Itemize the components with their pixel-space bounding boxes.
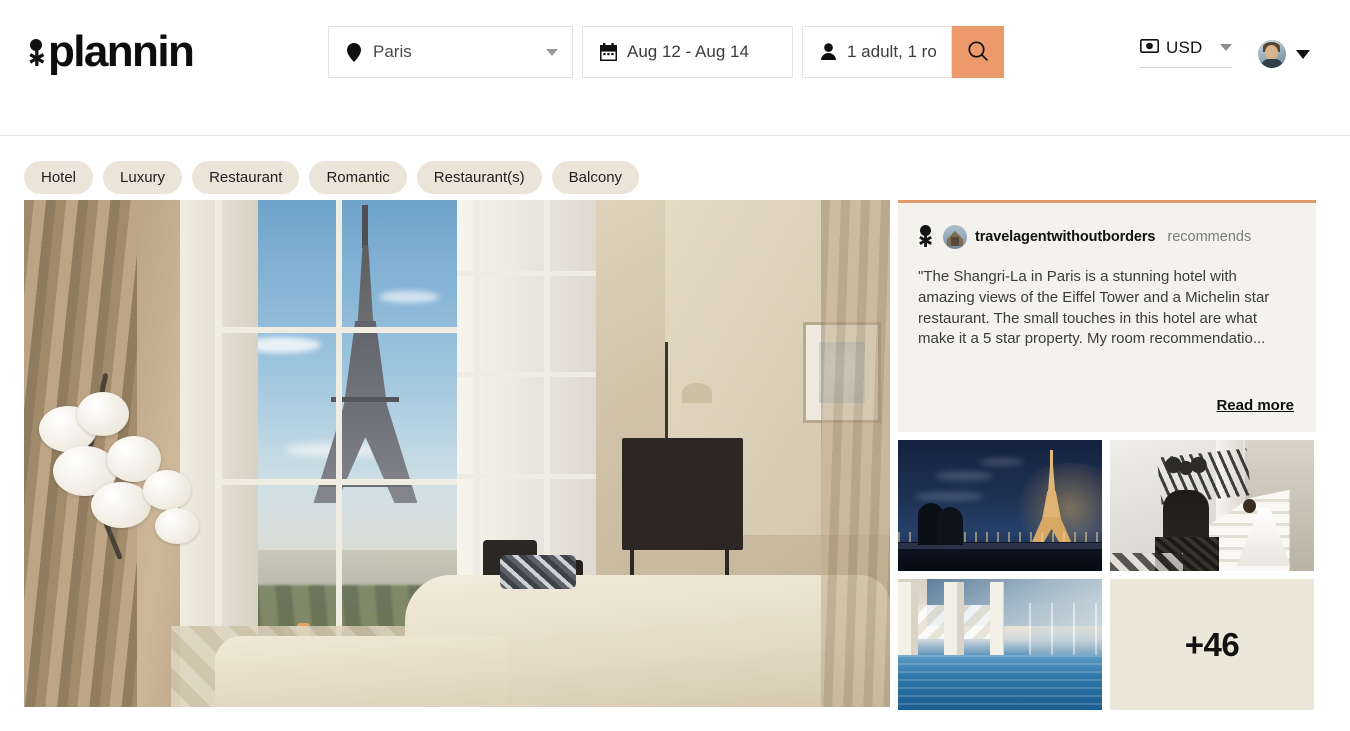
chevron-down-icon[interactable] [1220,44,1232,51]
plannin-dot-asterisk-mark-icon: ✱ [918,225,935,251]
traveler-avatar-photo[interactable] [943,225,967,249]
chevron-down-icon[interactable] [1296,49,1310,59]
recommendation-header: ✱ travelagentwithoutborders recommends [918,225,1296,251]
search-icon [966,39,990,66]
gallery-thumbnail-night-eiffel[interactable] [898,440,1102,571]
filter-chip-restaurants[interactable]: Restaurant(s) [416,160,542,194]
content-area: ✱ travelagentwithoutborders recommends "… [0,200,1350,710]
search-button[interactable] [952,26,1004,78]
currency-selector[interactable]: USD [1140,38,1232,68]
banknote-icon [1140,38,1159,58]
filter-chip-hotel[interactable]: Hotel [24,160,94,194]
guests-field[interactable]: 1 adult, 1 roo [802,26,952,78]
dates-field[interactable]: Aug 12 - Aug 14 [582,26,793,78]
plannin-dot-asterisk-mark-icon: ✱ [28,30,47,74]
gallery-thumbnail-staircase[interactable] [1110,440,1314,571]
filter-chip-luxury[interactable]: Luxury [103,160,183,194]
recommendation-card: ✱ travelagentwithoutborders recommends "… [898,200,1316,432]
hero-image[interactable] [24,200,890,707]
search-bar: Paris Aug 12 - Aug 14 1 adult, 1 roo [328,26,1004,78]
filter-chip-restaurant[interactable]: Restaurant [192,160,300,194]
currency-value: USD [1166,38,1203,57]
calendar-icon [597,43,619,61]
filter-chip-romantic[interactable]: Romantic [309,160,407,194]
dates-value: Aug 12 - Aug 14 [627,42,749,61]
recommender-username[interactable]: travelagentwithoutborders [975,229,1155,245]
gallery-more-tile[interactable]: +46 [1110,579,1314,710]
account-menu[interactable] [1258,40,1310,68]
gallery-more-count: +46 [1184,625,1240,663]
recommendation-quote: "The Shangri-La in Paris is a stunning h… [918,268,1270,348]
location-value: Paris [373,42,412,61]
read-more-link[interactable]: Read more [1216,397,1294,414]
brand-logo[interactable]: ✱ plannin [28,26,195,78]
chevron-down-icon[interactable] [546,49,558,56]
location-field[interactable]: Paris [328,26,573,78]
sidebar-panel: ✱ travelagentwithoutborders recommends "… [898,200,1316,710]
brand-name: plannin [48,27,195,76]
gallery-thumbnail-pool[interactable] [898,579,1102,710]
guests-value: 1 adult, 1 roo [847,42,937,61]
map-pin-icon [343,42,365,62]
filter-chip-row: Hotel Luxury Restaurant Romantic Restaur… [0,136,1350,200]
site-header: ✱ plannin Paris Aug 12 - Aug 14 1 adult,… [0,0,1350,136]
person-icon [817,43,839,61]
gallery-thumbnails: +46 [898,440,1316,710]
recommendation-verb: recommends [1167,229,1252,245]
filter-chip-balcony[interactable]: Balcony [551,160,640,194]
user-avatar-photo[interactable] [1258,40,1286,68]
